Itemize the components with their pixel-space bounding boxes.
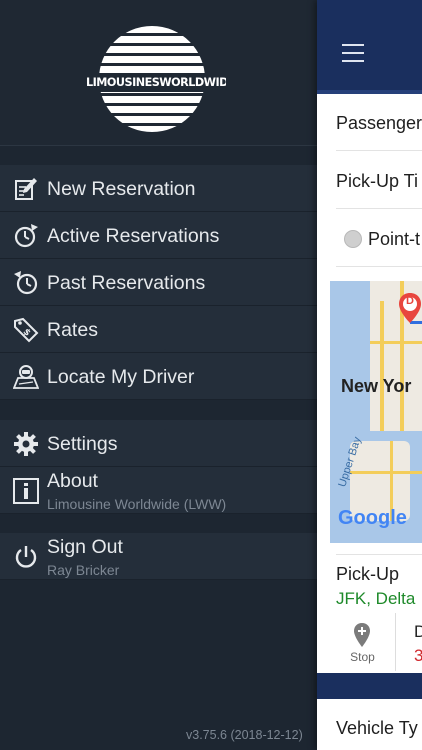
logo-area: LIMOUSINESWORLDWIDE.COM [0,0,317,146]
map-pin-letter: D [406,295,414,307]
menu-sublabel: Ray Bricker [47,562,120,578]
menu-item-new-reservation[interactable]: New Reservation [0,165,317,212]
pickup-time-field-label[interactable]: Pick-Up Ti [336,171,418,192]
divider [336,266,422,267]
point-to-point-option[interactable]: Point-t [368,229,420,250]
menu-label: Locate My Driver [47,366,195,388]
stop-label: Stop [350,650,375,664]
passenger-field-label[interactable]: Passenger [336,113,422,134]
menu-label: Settings [47,433,118,455]
pickup-location-value[interactable]: JFK, Delta [336,589,415,609]
gear-icon [13,431,39,457]
add-stop-button[interactable]: Stop [330,613,396,671]
google-logo: Google [338,507,407,529]
menu-item-rates[interactable]: $ Rates [0,306,317,353]
route-map[interactable]: New Yor Upper Bay D Google [330,281,422,543]
section-band [317,673,422,699]
radio-button[interactable] [344,230,362,248]
menu-item-settings[interactable]: Settings [0,420,317,467]
divider [336,208,422,209]
vehicle-type-field-label[interactable]: Vehicle Ty [336,718,418,739]
dropoff-value: 3 [414,646,422,665]
map-city-label: New Yor [341,376,412,396]
menu-label: Sign Out [47,536,123,558]
edit-document-icon [13,176,39,202]
map-car-icon [12,364,40,390]
menu-item-active-reservations[interactable]: Active Reservations [0,212,317,259]
svg-text:$: $ [21,327,33,339]
menu-item-locate-driver[interactable]: Locate My Driver [0,353,317,400]
price-tag-icon: $ [13,317,39,343]
power-icon [13,544,39,570]
menu-item-about[interactable]: About Limousine Worldwide (LWW) [0,467,317,514]
menu-label: Rates [47,319,98,341]
divider [336,554,422,555]
dropoff-label: D [414,622,422,641]
pin-add-icon [354,623,370,647]
menu-label: New Reservation [47,178,196,200]
hamburger-menu-icon[interactable] [342,44,364,62]
menu-sublabel: Limousine Worldwide (LWW) [47,496,227,512]
timer-back-icon [13,270,39,296]
menu-item-past-reservations[interactable]: Past Reservations [0,259,317,306]
navigation-drawer: LIMOUSINESWORLDWIDE.COM New Reservation … [0,0,317,750]
main-screen-panel[interactable]: Passenger Pick-Up Ti Point-t New Yor Upp… [317,0,422,750]
timer-forward-icon [13,223,39,249]
menu-item-sign-out[interactable]: Sign Out Ray Bricker [0,533,317,580]
version-text: v3.75.6 (2018-12-12) [186,728,303,742]
app-header [317,0,422,94]
divider [336,150,422,151]
pickup-label: Pick-Up [336,564,400,584]
menu-label: About [47,470,98,492]
info-icon [13,478,39,504]
menu-label: Past Reservations [47,272,206,294]
menu-label: Active Reservations [47,225,220,247]
logo-text: LIMOUSINESWORLDWIDE.COM [86,74,226,92]
